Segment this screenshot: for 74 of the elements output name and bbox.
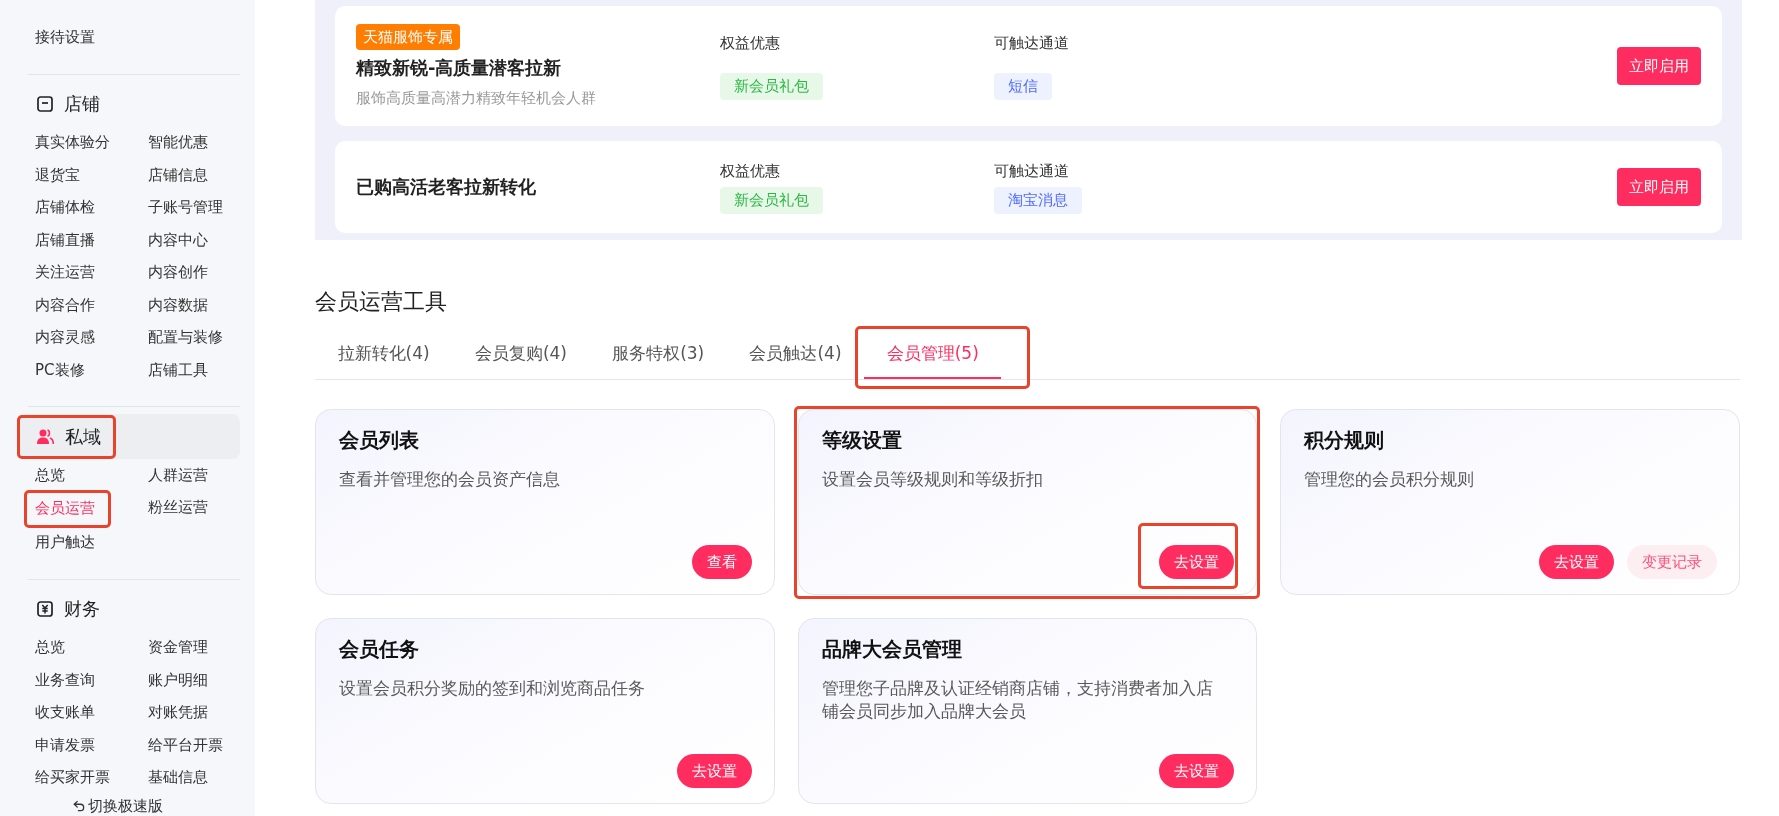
sidebar-item[interactable]: 内容中心 [148,223,208,257]
action-button[interactable]: 去设置 [1159,545,1235,579]
action-button[interactable]: 去设置 [1539,545,1614,579]
campaign-title: 已购高活老客拉新转化 [356,175,536,199]
section-header[interactable]: 财务 [37,594,100,625]
card-title: 品牌大会员管理 [821,636,963,663]
sidebar-item[interactable]: 真实体验分 [35,126,110,159]
sidebar-item[interactable]: 接待设置 [35,21,95,54]
section-title: 会员运营工具 [315,288,448,316]
sidebar-item[interactable]: PC装修 [35,353,85,387]
sidebar-item[interactable]: 内容创作 [148,256,208,289]
channel-label: 可触达通道 [994,160,1069,181]
sidebar-item[interactable]: 给买家开票 [35,761,110,795]
sidebar-item[interactable]: 对账凭据 [148,696,208,730]
card-title: 等级设置 [821,427,903,454]
card-description: 查看并管理您的会员资产信息 [339,468,561,491]
action-button[interactable]: 去设置 [1159,754,1235,788]
card-title: 会员列表 [339,427,420,454]
enable-button[interactable]: 立即启用 [1617,47,1701,85]
card-title: 积分规则 [1304,427,1386,454]
sidebar-item[interactable]: 退货宝 [35,158,80,192]
card-description: 设置会员积分奖励的签到和浏览商品任务 [339,677,646,700]
channel-tag: 淘宝消息 [994,186,1082,214]
sidebar-item[interactable]: 业务查询 [35,664,95,697]
channel-tag: 短信 [994,72,1052,100]
sidebar-item[interactable]: 申请发票 [35,729,95,762]
sidebar-item[interactable]: 关注运营 [35,256,95,289]
sidebar-item[interactable]: 给平台开票 [148,729,223,762]
sidebar-item[interactable]: 人群运营 [148,459,208,492]
sidebar-item[interactable]: 店铺体检 [35,191,95,224]
tab[interactable]: 拉新转化(4) [315,329,453,379]
benefit-label: 权益优惠 [720,160,780,181]
sidebar-item[interactable]: 总览 [35,631,65,665]
minus-box-icon [37,95,53,112]
switch-version-link[interactable]: 切换极速版 [72,796,240,816]
sidebar-item[interactable]: 配置与装修 [148,321,223,354]
sidebar-item[interactable]: 收支账单 [35,696,95,730]
action-button[interactable]: 查看 [691,545,752,579]
campaign-badge: 天猫服饰专属 [356,24,460,50]
sidebar-item[interactable]: 资金管理 [148,631,208,665]
sidebar-item[interactable]: 用户触达 [35,526,95,559]
channel-label: 可触达通道 [994,32,1069,53]
tab[interactable]: 服务特权(3) [589,329,727,379]
benefit-tag: 新会员礼包 [720,186,823,214]
campaign-description: 服饰高质量高潜力精致年轻机会人群 [356,88,596,108]
tab[interactable]: 会员复购(4) [452,329,590,379]
sidebar-item[interactable]: 子账号管理 [148,191,223,224]
card-description: 管理您子品牌及认证经销商店铺，支持消费者加入店铺会员同步加入品牌大会员 [821,677,1214,723]
benefit-tag: 新会员礼包 [720,72,823,100]
benefit-label: 权益优惠 [720,32,780,53]
sidebar-item[interactable]: 内容灵感 [35,321,95,354]
sidebar-item[interactable]: 店铺工具 [148,353,208,387]
sidebar-item[interactable]: 总览 [35,459,65,492]
yen-box-icon [37,601,53,618]
card-title: 会员任务 [339,636,420,663]
users-icon [37,429,54,445]
sidebar-item[interactable]: 账户明细 [148,664,208,697]
undo-arrow-icon [72,799,86,814]
tab[interactable]: 会员触达(4) [726,329,865,379]
sidebar-item[interactable]: 店铺直播 [35,223,95,257]
enable-button[interactable]: 立即启用 [1617,168,1701,206]
sidebar-item[interactable]: 内容合作 [35,288,95,322]
sidebar-item[interactable]: 粉丝运营 [148,491,208,525]
sidebar-item[interactable]: 智能优惠 [148,126,208,159]
sidebar-item[interactable]: 内容数据 [148,288,208,322]
section-header[interactable]: 店铺 [37,88,100,119]
sidebar-item[interactable]: 店铺信息 [148,158,208,192]
action-button[interactable]: 去设置 [676,754,752,788]
card-description: 管理您的会员积分规则 [1304,468,1476,491]
card-description: 设置会员等级规则和等级折扣 [821,468,1044,491]
sidebar-item[interactable]: 基础信息 [148,761,208,795]
campaign-title: 精致新锐-高质量潜客拉新 [356,56,562,80]
tab[interactable]: 会员管理(5) [864,329,1002,379]
section-header[interactable]: 私域 [37,421,101,452]
